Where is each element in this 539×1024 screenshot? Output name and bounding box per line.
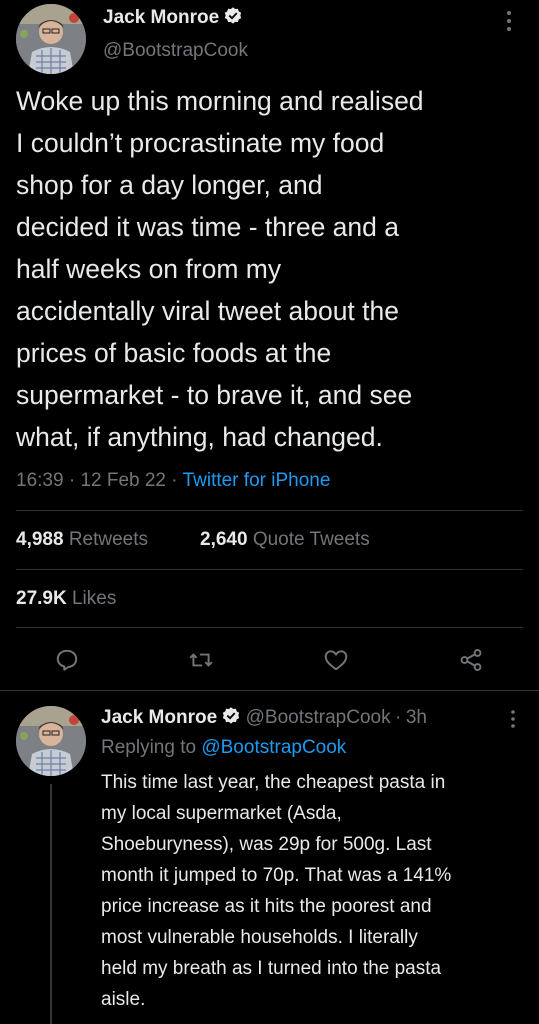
verified-badge-icon [223,6,243,26]
share-icon[interactable] [458,647,484,673]
reply-text: This time last year, the cheapest pasta … [101,767,531,1015]
quotes-count: 2,640 [200,529,248,550]
reply-line: aisle. [101,989,146,1010]
more-vertical-icon[interactable] [505,10,513,37]
divider [16,569,523,570]
reply-line: most vulnerable households. I literally [101,927,418,948]
retweets-stat[interactable]: 4,988 Retweets [16,529,148,551]
reply-line: month it jumped to 70p. That was a 141% [101,865,452,886]
divider [16,510,523,511]
replying-prefix: Replying to [101,737,197,758]
tweet-line: I couldn’t procrastinate my food [16,128,385,158]
tweet-line: half weeks on from my [16,254,282,284]
tweet-line: decided it was time - three and a [16,212,399,242]
meta-separator: · [68,470,76,491]
tweet-time[interactable]: 16:39 [16,470,64,491]
tweet-line: Woke up this morning and realised [16,86,424,116]
tweet-line: accidentally viral tweet about the [16,296,399,326]
replying-to: Replying to @BootstrapCook [101,737,346,759]
tweet-line: prices of basic foods at the [16,338,332,368]
reply-display-name[interactable]: Jack Monroe [101,707,217,728]
tweet-source-link[interactable]: Twitter for iPhone [183,470,331,491]
retweet-icon[interactable] [188,647,214,673]
author-row: Jack Monroe [103,6,243,29]
likes-count: 27.9K [16,588,67,609]
thread-line [50,784,52,1024]
avatar-image [16,706,86,776]
display-name[interactable]: Jack Monroe [103,7,219,28]
reply-line: This time last year, the cheapest pasta … [101,772,446,793]
reply-icon[interactable] [54,647,80,673]
handle[interactable]: @BootstrapCook [103,40,248,62]
tweet-date[interactable]: 12 Feb 22 [80,470,166,491]
retweets-label: Retweets [68,529,149,550]
reply-line: my local supermarket (Asda, [101,803,342,824]
reply-line: Shoeburyness), was 29p for 500g. Last [101,834,432,855]
like-icon[interactable] [323,647,349,673]
reply-line: held my breath as I turned into the past… [101,958,442,979]
replying-handle-link[interactable]: @BootstrapCook [201,737,346,758]
tweet-line: shop for a day longer, and [16,170,323,200]
retweets-count: 4,988 [16,529,64,550]
meta-separator: · [171,470,178,491]
tweet-text: Woke up this morning and realised I coul… [16,80,531,458]
avatar[interactable] [16,4,86,74]
reply-author-row: Jack Monroe @BootstrapCook · 3h [101,706,427,729]
reply-avatar[interactable] [16,706,86,776]
verified-badge-icon [221,706,241,726]
quote-tweets-stat[interactable]: 2,640 Quote Tweets [200,529,370,551]
reply-line: price increase as it hits the poorest an… [101,896,432,917]
reply-age[interactable]: 3h [406,707,427,728]
divider [0,690,539,691]
likes-label: Likes [71,588,117,609]
more-vertical-icon[interactable] [509,709,517,734]
likes-stat[interactable]: 27.9K Likes [16,588,116,610]
tweet-meta: 16:39 · 12 Feb 22 · Twitter for iPhone [16,470,330,492]
divider [16,627,523,628]
tweet-line: supermarket - to brave it, and see [16,380,413,410]
avatar-image [16,4,86,74]
quotes-label: Quote Tweets [252,529,370,550]
tweet-line: what, if anything, had changed. [16,422,383,452]
meta-separator: · [395,707,402,728]
reply-handle[interactable]: @BootstrapCook [246,707,391,728]
